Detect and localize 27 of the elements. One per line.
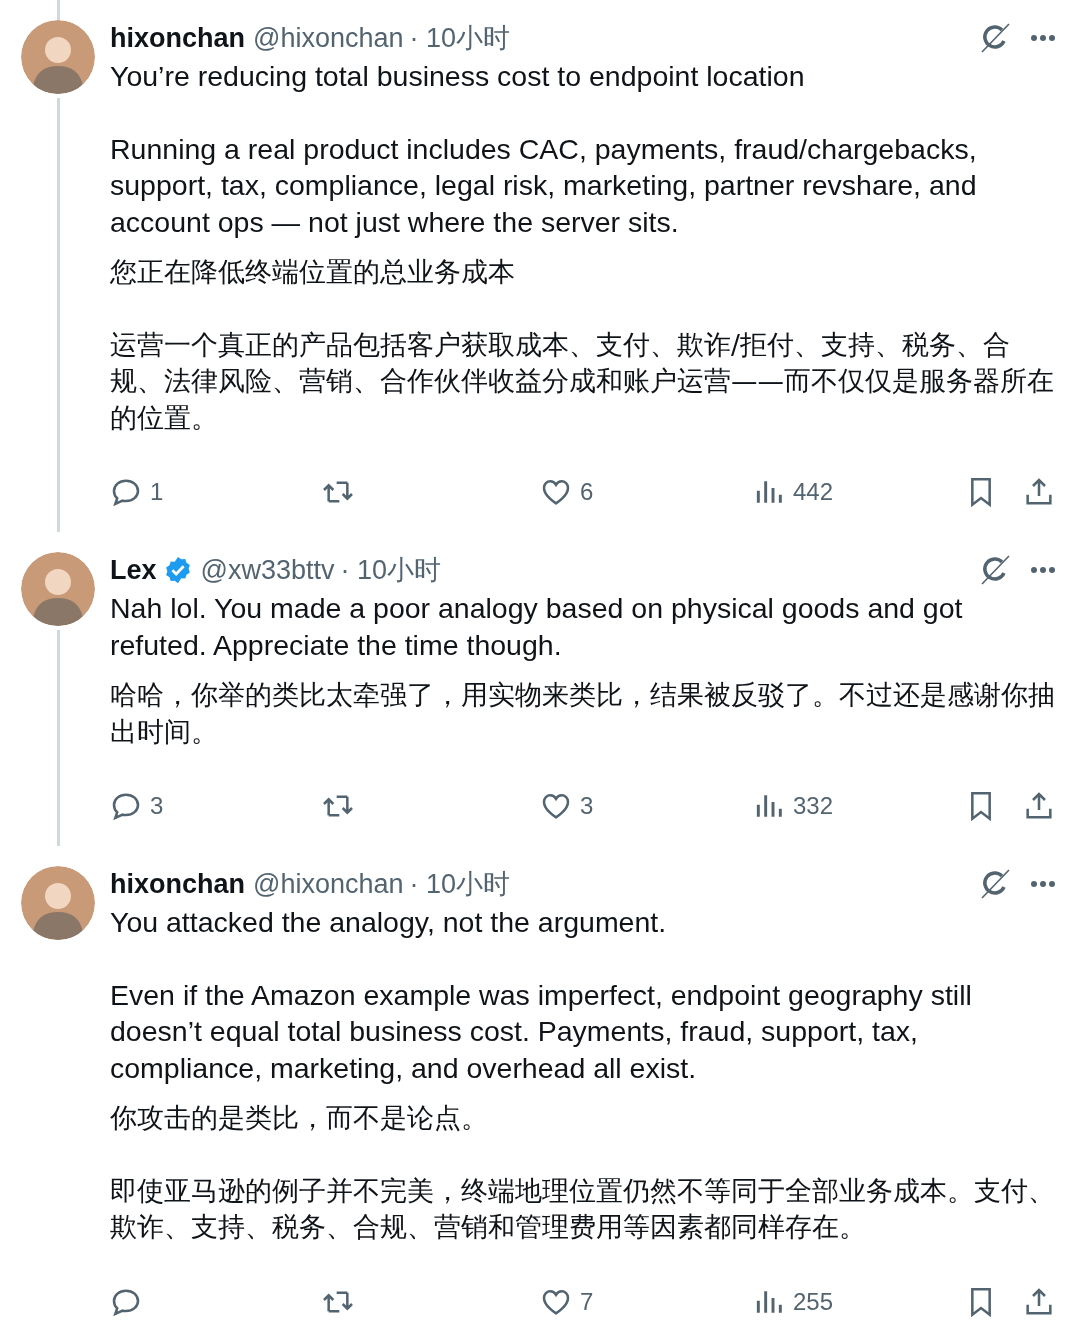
reply-count: 3 bbox=[150, 792, 164, 820]
like-count: 7 bbox=[580, 1287, 594, 1316]
post-text: Nah lol. You made a poor analogy based on physical goods and got refuted. Appreciate the time though. bbox=[110, 591, 964, 663]
post-text: You attacked the analogy, not the argument. bbox=[110, 905, 668, 940]
view-count: 332 bbox=[793, 792, 834, 820]
post-time[interactable]: · 10小时 bbox=[340, 552, 442, 588]
translated-text: 您正在降低终端位置的总业务成本 bbox=[110, 255, 516, 289]
post-text: Even if the Amazon example was imperfect, endpoint geography still doesn’t equal total business cost. Payments, fraud, support, tax, compliance, marketing, and overhead all exist. bbox=[110, 977, 973, 1086]
user-handle[interactable]: @xw33bttv bbox=[200, 554, 335, 586]
post-text: Running a real product includes CAC, payments, fraud/chargebacks, support, tax, compliance, legal risk, marketing, partner revshare, and account ops — not just where the server sits. bbox=[110, 131, 978, 240]
post-time[interactable]: · 10小时 bbox=[409, 20, 511, 56]
user-handle[interactable]: @hixonchan bbox=[253, 22, 404, 54]
translated-text: 你攻击的是类比，而不是论点。 bbox=[110, 1101, 489, 1135]
view-count: 255 bbox=[793, 1287, 834, 1316]
view-count: 442 bbox=[793, 478, 834, 506]
post-time[interactable]: · 10小时 bbox=[409, 866, 511, 902]
like-count: 3 bbox=[580, 792, 594, 820]
user-name[interactable]: hixonchan bbox=[110, 868, 245, 900]
translated-text: 哈哈，你举的类比太牵强了，用实物来类比，结果被反驳了。不过还是感谢你抽出时间。 bbox=[110, 678, 1056, 749]
user-name[interactable]: Lex bbox=[110, 554, 157, 586]
translated-text: 即使亚马逊的例子并不完美，终端地理位置仍然不等同于全部业务成本。支付、欺诈、支持、税务、合规、营销和管理费用等因素都同样存在。 bbox=[110, 1173, 1056, 1244]
user-name[interactable]: hixonchan bbox=[110, 22, 245, 54]
reply-count: 1 bbox=[150, 478, 164, 506]
like-count: 6 bbox=[580, 478, 594, 506]
translated-text: 运营一个真正的产品包括客户获取成本、支付、欺诈/拒付、支持、税务、合规、法律风险、营销、合作伙伴收益分成和账户运营——而不仅仅是服务器所在的位置。 bbox=[110, 327, 1055, 435]
post-text: You’re reducing total business cost to endpoint location bbox=[110, 59, 806, 94]
user-handle[interactable]: @hixonchan bbox=[253, 868, 404, 900]
